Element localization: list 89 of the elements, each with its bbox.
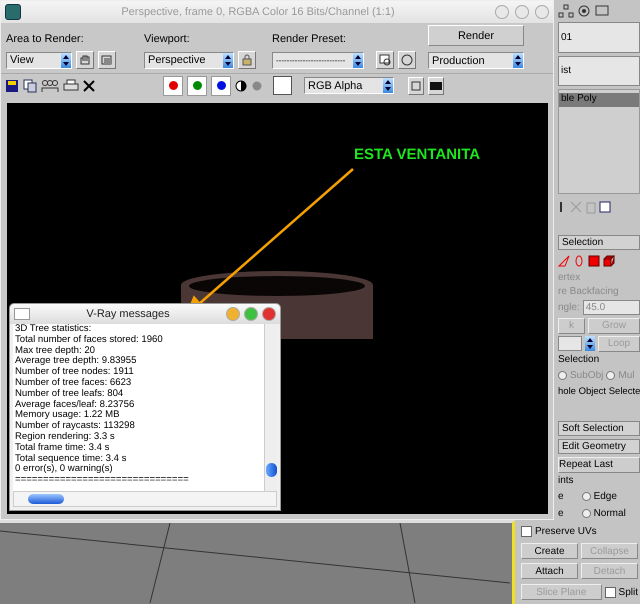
modifier-list-dropdown[interactable]: ist (558, 56, 640, 86)
render-preset-label: Render Preset: (272, 33, 347, 45)
hierarchy-icon[interactable] (558, 4, 574, 18)
frame-icon[interactable] (408, 76, 424, 94)
radio-label: e (558, 490, 564, 502)
print-icon[interactable] (63, 78, 79, 92)
selection-rollout[interactable]: Selection (558, 235, 640, 250)
selection-status-text: hole Object Selecte (558, 386, 640, 397)
lock-icon[interactable] (238, 51, 256, 69)
angle-label: ngle: (558, 302, 580, 313)
log-line: =============================== (15, 475, 190, 486)
log-line: Number of tree leafs: 804 (15, 388, 124, 400)
attach-button[interactable]: Attach (521, 563, 578, 579)
annotation-text: ESTA VENTANITA (354, 146, 480, 163)
radio-button[interactable] (558, 371, 567, 380)
channel-toggle[interactable] (163, 76, 183, 96)
vertical-scrollbar[interactable] (264, 324, 277, 491)
backfacing-label: re Backfacing (558, 286, 620, 297)
create-button[interactable]: Create (521, 543, 578, 559)
alpha-dot-icon[interactable] (251, 80, 263, 92)
radio-label: SubObj (570, 370, 604, 381)
log-line: Average faces/leaf: 8.23756 (15, 400, 136, 410)
window-title: V-Ray messages (85, 308, 171, 320)
log-line: Average tree depth: 9.83955 (15, 356, 138, 367)
display-icon[interactable] (594, 4, 610, 18)
spinner-arrow-icon (383, 78, 393, 93)
vertex-label: ertex (558, 272, 582, 283)
ring-spinner-field[interactable] (558, 336, 582, 351)
close-button[interactable] (262, 307, 276, 321)
element-icon[interactable] (603, 255, 615, 267)
channel-toggle[interactable] (211, 76, 231, 96)
display-channel-dropdown[interactable]: RGB Alpha (304, 77, 394, 94)
log-line: Memory usage: 1.22 MB (15, 410, 121, 421)
viewport-label: Viewport: (144, 33, 191, 45)
spinner-arrow-icon (513, 53, 523, 68)
log-line: Max tree depth: 20 (15, 346, 96, 356)
radio-label: Edge (594, 490, 617, 502)
radio-label: Normal (594, 508, 626, 518)
radio-button[interactable] (582, 492, 591, 500)
checkbox-label: Split (618, 586, 638, 598)
log-line: Region rendering: 3.3 s (15, 432, 116, 443)
log-line: Total sequence time: 3.4 s (15, 454, 128, 464)
log-line: Number of raycasts: 113298 (15, 421, 136, 432)
checkbox-label: Preserve UVs (535, 526, 597, 537)
radio-button[interactable] (582, 508, 591, 518)
crop-region-icon[interactable] (98, 51, 116, 69)
object-name-field[interactable]: 01 (558, 22, 640, 52)
log-line: 3D Tree statistics: (15, 324, 92, 335)
save-icon[interactable] (5, 78, 19, 92)
hand-region-icon[interactable] (76, 51, 94, 69)
log-line: Total frame time: 3.4 s (15, 442, 110, 454)
split-checkbox[interactable] (604, 586, 616, 598)
mono-icon[interactable] (235, 80, 247, 92)
spinner-arrow-icon (223, 52, 233, 68)
spinner-arrow-icon (585, 336, 595, 351)
spinner-arrow-icon (61, 52, 71, 68)
spinner-arrow-icon (353, 52, 363, 68)
viewport-dropdown[interactable]: Perspective (144, 52, 234, 68)
radio-label: Mul (618, 370, 634, 381)
rollout-header[interactable]: Edit Geometry (558, 439, 640, 454)
radio-label: e (558, 508, 564, 518)
channel-toggle[interactable] (187, 76, 207, 96)
rollout-header[interactable]: Soft Selection (558, 421, 640, 436)
app-logo-icon (5, 4, 21, 20)
radio-button[interactable] (606, 371, 616, 380)
modifier-item[interactable]: ble Poly (559, 93, 639, 107)
render-preset-dropdown[interactable]: -------------------------- (272, 52, 364, 68)
preserve-uvs-checkbox[interactable] (521, 526, 532, 537)
log-line: Number of tree faces: 6623 (15, 378, 132, 389)
preview-selection-label: Selection (558, 354, 600, 365)
log-line: Number of tree nodes: 1911 (15, 367, 135, 378)
clear-icon[interactable] (83, 80, 95, 92)
color-swatch[interactable] (273, 76, 292, 95)
clone-icon[interactable] (41, 78, 59, 92)
log-line: Total number of faces stored: 1960 (15, 334, 164, 346)
window-icon (14, 308, 30, 320)
area-label: Area to Render: (6, 33, 85, 45)
log-line: 0 error(s), 0 warning(s) (15, 464, 114, 476)
horizontal-scrollbar[interactable] (13, 491, 277, 507)
setup-icon[interactable] (376, 51, 394, 69)
area-dropdown[interactable]: View (6, 52, 72, 68)
render-button[interactable]: Render (428, 25, 524, 46)
production-dropdown[interactable]: Production (428, 52, 524, 69)
polygon-icon[interactable] (588, 255, 600, 267)
repeat-last-button[interactable]: Repeat Last (558, 456, 640, 472)
constraints-label: ints (558, 475, 575, 486)
copy-icon[interactable] (23, 78, 37, 92)
display-icon[interactable] (428, 76, 444, 94)
window-title: Perspective, frame 0, RGBA Color 16 Bits/Channel (1:1) (120, 6, 396, 18)
